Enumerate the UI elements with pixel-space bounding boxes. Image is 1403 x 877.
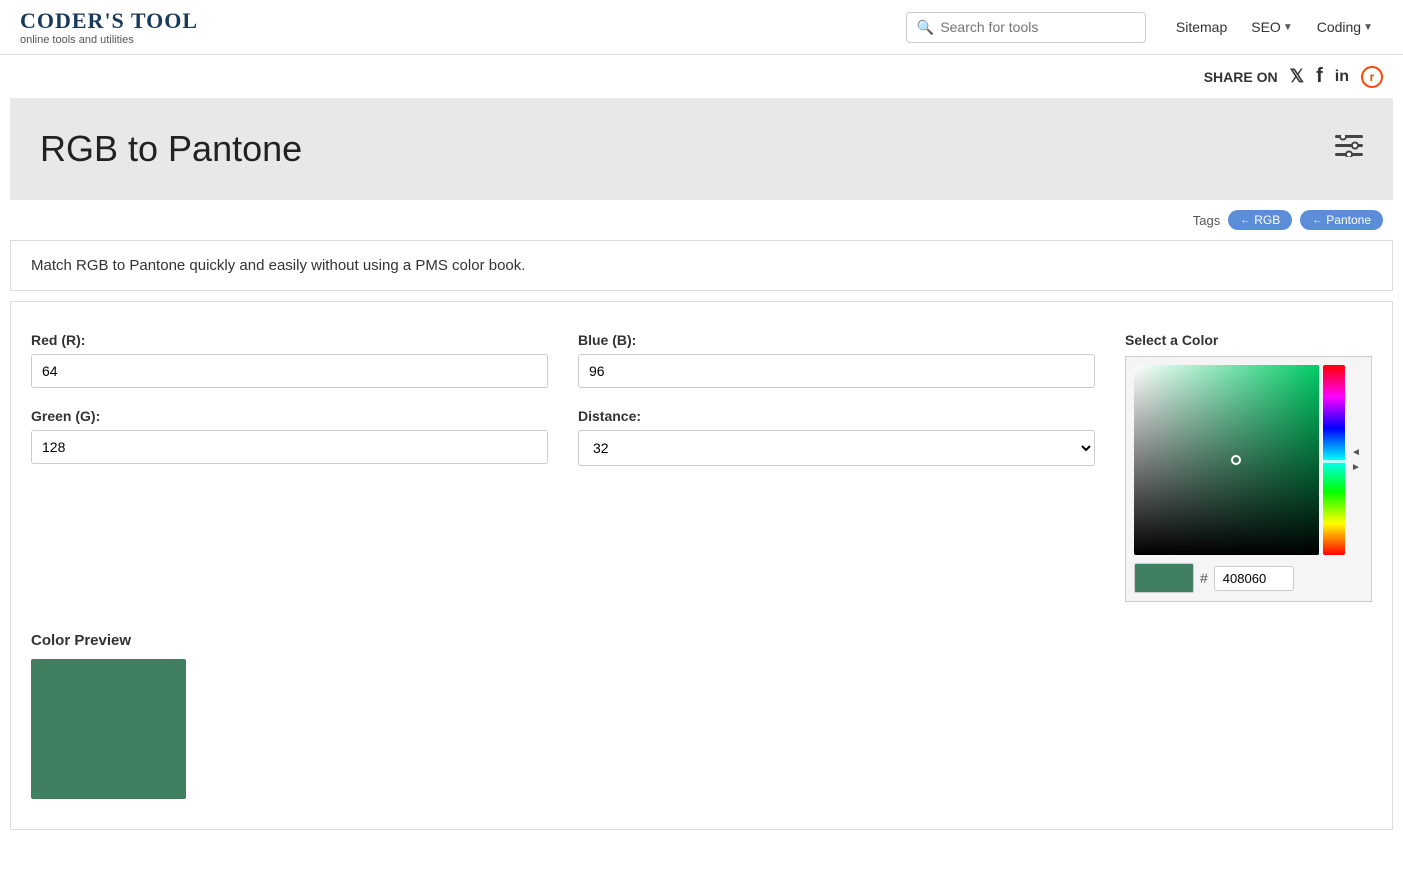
tag-pantone[interactable]: Pantone bbox=[1300, 210, 1383, 230]
logo: CODER'S TOOL online tools and utilities bbox=[20, 8, 198, 46]
red-label: Red (R): bbox=[31, 332, 548, 348]
hex-swatch bbox=[1134, 563, 1194, 593]
color-gradient[interactable] bbox=[1134, 365, 1319, 555]
hash-symbol: # bbox=[1200, 570, 1208, 586]
share-label: SHARE ON bbox=[1204, 69, 1278, 85]
spectrum-arrows: ◄ ► bbox=[1349, 365, 1363, 555]
green-label: Green (G): bbox=[31, 408, 548, 424]
seo-caret: ▼ bbox=[1283, 22, 1293, 33]
color-picker-widget: ◄ ► # bbox=[1125, 356, 1372, 602]
reddit-icon[interactable]: r bbox=[1361, 66, 1383, 88]
nav-coding[interactable]: Coding ▼ bbox=[1307, 13, 1383, 41]
facebook-icon[interactable]: f bbox=[1316, 65, 1323, 88]
header: CODER'S TOOL online tools and utilities … bbox=[0, 0, 1403, 55]
color-preview-section: Color Preview bbox=[31, 632, 1372, 799]
linkedin-icon[interactable]: in bbox=[1335, 68, 1349, 86]
left-column: Red (R): Green (G): bbox=[31, 332, 548, 464]
spectrum-arrow-left[interactable]: ► bbox=[1351, 462, 1361, 473]
logo-title: CODER'S TOOL bbox=[20, 8, 198, 34]
input-grid: Red (R): Green (G): Blue (B): Distance: … bbox=[31, 332, 1372, 602]
color-spectrum[interactable] bbox=[1323, 365, 1345, 555]
nav-seo[interactable]: SEO ▼ bbox=[1241, 13, 1302, 41]
search-bar[interactable]: 🔍 bbox=[906, 12, 1146, 43]
nav-sitemap[interactable]: Sitemap bbox=[1166, 13, 1237, 41]
tool-container: Red (R): Green (G): Blue (B): Distance: … bbox=[10, 301, 1393, 830]
color-preview-title: Color Preview bbox=[31, 632, 1372, 649]
hex-input[interactable] bbox=[1214, 566, 1294, 591]
spectrum-indicator bbox=[1323, 460, 1345, 463]
blue-label: Blue (B): bbox=[578, 332, 1095, 348]
blue-field-group: Blue (B): bbox=[578, 332, 1095, 388]
color-preview-block bbox=[31, 659, 186, 799]
twitter-icon[interactable]: 𝕏 bbox=[1290, 66, 1305, 87]
distance-field-group: Distance: 32 16 64 128 bbox=[578, 408, 1095, 466]
green-input[interactable] bbox=[31, 430, 548, 464]
description-text: Match RGB to Pantone quickly and easily … bbox=[31, 257, 525, 274]
page-title: RGB to Pantone bbox=[40, 128, 302, 170]
spectrum-arrow-right[interactable]: ◄ bbox=[1351, 447, 1361, 458]
red-input[interactable] bbox=[31, 354, 548, 388]
logo-subtitle: online tools and utilities bbox=[20, 34, 198, 46]
color-picker-section: Select a Color bbox=[1125, 332, 1372, 602]
color-hex-row: # bbox=[1134, 563, 1363, 593]
blue-input[interactable] bbox=[578, 354, 1095, 388]
middle-column: Blue (B): Distance: 32 16 64 128 bbox=[578, 332, 1095, 466]
main-content: Match RGB to Pantone quickly and easily … bbox=[10, 240, 1393, 830]
search-icon: 🔍 bbox=[917, 19, 934, 36]
distance-label: Distance: bbox=[578, 408, 1095, 424]
tags-bar: Tags RGB Pantone bbox=[0, 200, 1403, 240]
coding-caret: ▼ bbox=[1363, 22, 1373, 33]
page-header: RGB to Pantone bbox=[10, 98, 1393, 200]
distance-select[interactable]: 32 16 64 128 bbox=[578, 430, 1095, 466]
green-field-group: Green (G): bbox=[31, 408, 548, 464]
search-input[interactable] bbox=[940, 19, 1135, 35]
settings-icon[interactable] bbox=[1335, 135, 1363, 163]
nav-links: Sitemap SEO ▼ Coding ▼ bbox=[1166, 13, 1383, 41]
gradient-overlay bbox=[1134, 365, 1319, 555]
tag-rgb[interactable]: RGB bbox=[1228, 210, 1292, 230]
red-field-group: Red (R): bbox=[31, 332, 548, 388]
description-box: Match RGB to Pantone quickly and easily … bbox=[10, 240, 1393, 291]
color-picker-label: Select a Color bbox=[1125, 332, 1372, 348]
color-canvas-row: ◄ ► bbox=[1134, 365, 1363, 555]
tags-label: Tags bbox=[1193, 213, 1220, 228]
share-bar: SHARE ON 𝕏 f in r bbox=[0, 55, 1403, 98]
